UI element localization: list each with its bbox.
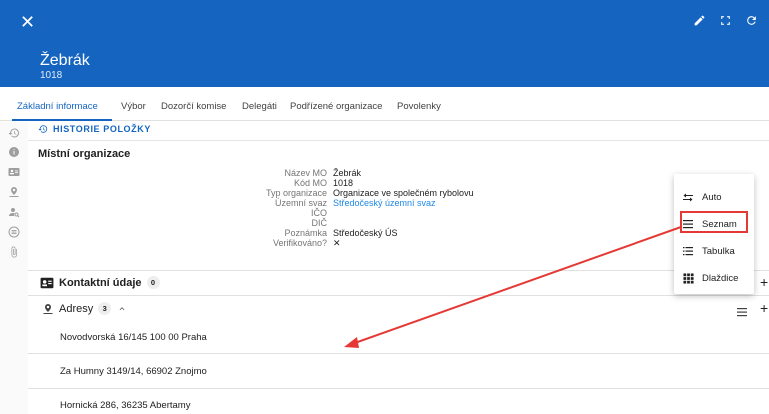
menu-item-label: Tabulka <box>702 245 735 257</box>
table-list-icon <box>674 246 702 256</box>
field-label: Kód MO <box>293 178 327 188</box>
close-button[interactable]: ✕ <box>20 13 35 31</box>
header-actions <box>691 12 759 28</box>
list-item[interactable]: Za Humny 3149/14, 66902 Znojmo <box>60 366 207 377</box>
address-pin-icon <box>43 303 53 314</box>
menu-lines-icon <box>737 308 747 317</box>
menu-item-label: Seznam <box>702 218 737 230</box>
divider <box>28 270 769 271</box>
field-row: Poznámka Středočeský ÚS <box>200 228 530 238</box>
tab-dozorci-komise[interactable]: Dozorčí komise <box>161 101 226 112</box>
territorial-union-link[interactable]: Středočeský územní svaz <box>333 198 436 208</box>
contacts-count-badge: 0 <box>146 276 160 289</box>
menu-item-auto[interactable]: Auto <box>674 186 754 208</box>
addresses-count-badge: 3 <box>98 302 112 315</box>
field-value: Žebrák <box>333 168 362 178</box>
field-row: Verifikováno? ✕ <box>200 238 530 248</box>
divider <box>28 353 769 354</box>
history-link[interactable]: HISTORIE POLOŽKY <box>38 124 151 134</box>
page-title: Žebrák <box>40 52 90 69</box>
contact-card-icon[interactable] <box>8 166 20 178</box>
history-label: HISTORIE POLOŽKY <box>53 124 151 134</box>
tab-bar: Základní informace Výbor Dozorčí komise … <box>0 87 769 121</box>
field-label: Typ organizace <box>265 188 327 198</box>
edit-button[interactable] <box>691 12 707 28</box>
tab-vybor[interactable]: Výbor <box>121 101 146 112</box>
add-contact-button[interactable]: + <box>760 274 768 290</box>
field-value: Organizace ve společném rybolovu <box>333 188 474 198</box>
menu-item-dlazdice[interactable]: Dlaždice <box>674 267 754 289</box>
divider <box>28 140 769 141</box>
divider <box>28 295 769 296</box>
section-title: Místní organizace <box>38 148 131 160</box>
field-row: Územní svaz Středočeský územní svaz <box>200 198 530 208</box>
divider <box>28 388 769 389</box>
grid-icon <box>674 272 702 284</box>
list-circle-icon[interactable] <box>8 226 20 238</box>
history-icon <box>38 125 48 133</box>
field-row: Typ organizace Organizace ve společném r… <box>200 188 530 198</box>
address-pin-icon[interactable] <box>8 186 20 198</box>
list-item[interactable]: Novodvorská 16/145 100 00 Praha <box>60 332 207 343</box>
contacts-title: Kontaktní údaje <box>59 276 142 289</box>
chevron-up-icon[interactable] <box>117 304 127 314</box>
menu-item-label: Auto <box>702 191 722 203</box>
tab-zakladni-informace[interactable]: Základní informace <box>17 101 98 112</box>
list-item[interactable]: Hornická 286, 36235 Abertamy <box>60 400 190 411</box>
verified-cross-icon: ✕ <box>333 238 341 248</box>
menu-item-label: Dlaždice <box>702 272 739 284</box>
field-label: Verifikováno? <box>272 238 327 248</box>
field-value: Středočeský ÚS <box>333 228 398 238</box>
view-mode-button[interactable] <box>736 304 748 322</box>
menu-item-seznam[interactable]: Seznam <box>674 213 754 235</box>
tab-povolenky[interactable]: Povolenky <box>397 101 441 112</box>
addresses-title: Adresy <box>59 302 94 315</box>
fullscreen-button[interactable] <box>717 12 733 28</box>
add-address-button[interactable]: + <box>760 300 768 316</box>
active-tab-indicator <box>12 119 112 121</box>
page-subtitle: 1018 <box>40 70 63 81</box>
attachment-icon[interactable] <box>8 246 20 258</box>
history-icon[interactable] <box>8 127 20 139</box>
field-row: DIČ <box>200 218 530 228</box>
view-mode-menu: Auto Seznam Tabulka Dlaždice <box>674 174 754 294</box>
swap-icon <box>674 192 702 202</box>
addresses-header[interactable]: Adresy 3 <box>42 302 127 315</box>
refresh-icon <box>746 15 756 25</box>
contact-card-icon <box>40 277 54 288</box>
person-search-icon[interactable] <box>8 206 20 218</box>
list-icon <box>674 219 702 229</box>
section-nav-rail <box>0 122 28 414</box>
refresh-button[interactable] <box>743 12 759 28</box>
tab-delegati[interactable]: Delegáti <box>242 101 277 112</box>
contacts-header[interactable]: Kontaktní údaje 0 <box>40 276 160 289</box>
detail-header: ✕ Žebrák 1018 <box>0 0 769 87</box>
field-label: Územní svaz <box>274 198 327 208</box>
field-label: DIČ <box>311 218 328 228</box>
field-value: 1018 <box>333 178 354 188</box>
pencil-icon <box>694 15 704 25</box>
field-label: IČO <box>310 208 327 218</box>
field-row: IČO <box>200 208 530 218</box>
organization-fields: Název MO Žebrák Kód MO 1018 Typ organiza… <box>200 168 530 248</box>
info-icon[interactable] <box>8 146 20 158</box>
field-label: Název MO <box>284 168 327 178</box>
field-label: Poznámka <box>284 228 327 238</box>
field-row: Název MO Žebrák <box>200 168 530 178</box>
menu-item-tabulka[interactable]: Tabulka <box>674 240 754 262</box>
field-row: Kód MO 1018 <box>200 178 530 188</box>
tab-podrizene-organizace[interactable]: Podřízené organizace <box>290 101 382 112</box>
fullscreen-icon <box>720 15 730 25</box>
